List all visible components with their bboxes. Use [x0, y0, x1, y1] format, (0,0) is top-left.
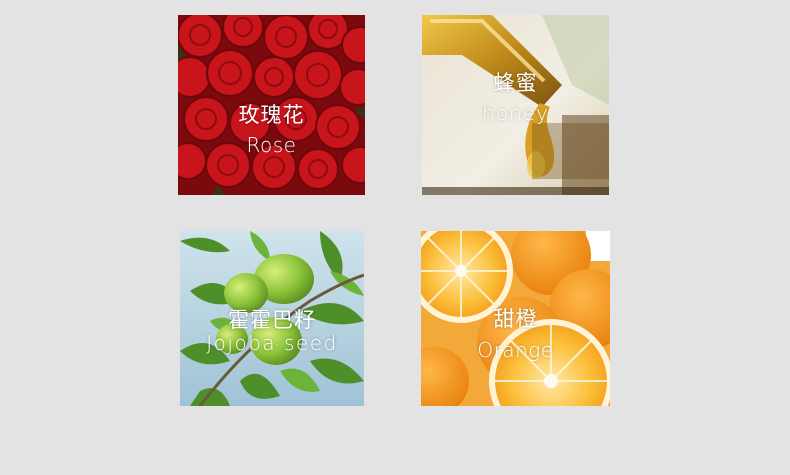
- ingredient-tile-rose: 玫瑰花 Rose: [178, 15, 365, 195]
- orange-image: [421, 231, 610, 406]
- ingredient-tile-orange: 甜橙 Orange: [421, 231, 610, 406]
- honey-image: [422, 15, 609, 195]
- rose-image: [178, 15, 365, 195]
- ingredients-grid: 玫瑰花 Rose 蜂蜜 honey 霍霍巴籽 Jojoba seed 甜橙 Or…: [0, 0, 790, 475]
- ingredient-tile-jojoba: 霍霍巴籽 Jojoba seed: [180, 231, 364, 406]
- jojoba-image: [180, 231, 364, 406]
- ingredient-tile-honey: 蜂蜜 honey: [422, 15, 609, 195]
